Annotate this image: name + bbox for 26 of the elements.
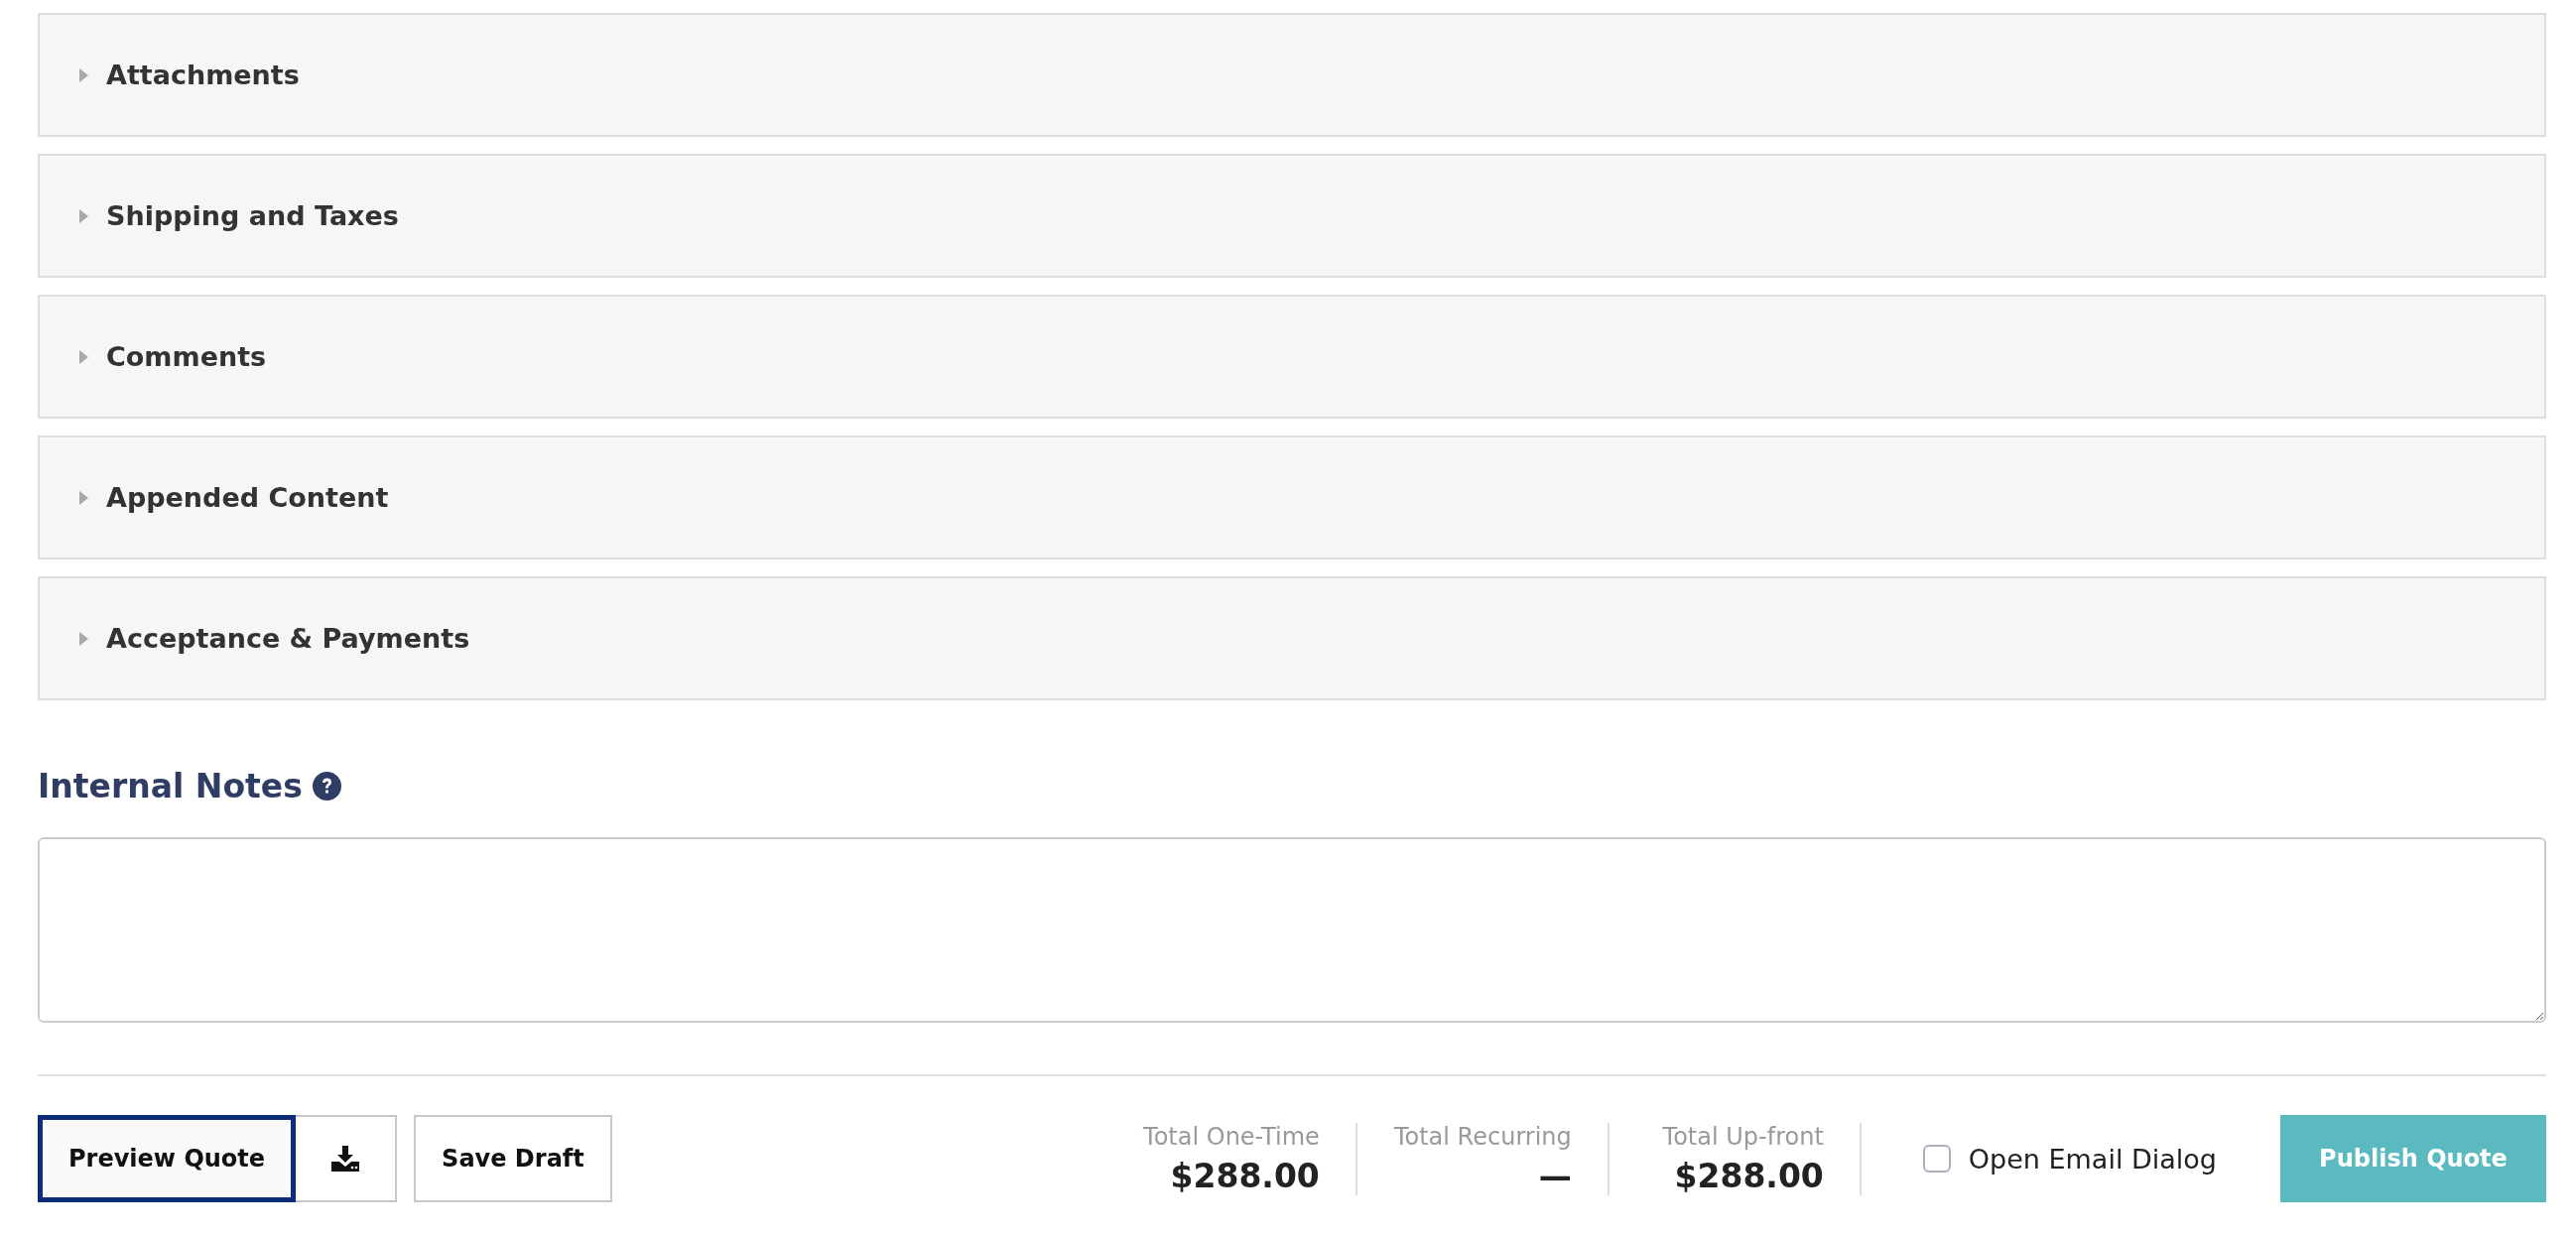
accordion-header[interactable]: Shipping and Taxes (40, 156, 2544, 276)
email-dialog-checkbox[interactable]: Open Email Dialog (1861, 1143, 2280, 1174)
preview-button[interactable]: Preview Quote (38, 1115, 297, 1202)
total-value: $288.00 (1170, 1156, 1320, 1195)
caret-icon (79, 208, 88, 223)
total-label: Total Recurring (1393, 1122, 1572, 1151)
download-icon (331, 1146, 360, 1172)
total-value: $288.00 (1674, 1156, 1824, 1195)
download-button[interactable] (296, 1115, 398, 1202)
accordion-header[interactable]: Comments (40, 297, 2544, 417)
save-draft-button[interactable]: Save Draft (414, 1115, 612, 1202)
section-title: Internal Notes (38, 767, 303, 805)
caret-icon (79, 631, 88, 646)
total-value: — (1538, 1156, 1572, 1195)
total-label: Total One-Time (1143, 1122, 1320, 1151)
help-icon[interactable] (312, 772, 341, 801)
total-label: Total Up-front (1662, 1122, 1824, 1151)
notes-field[interactable] (38, 837, 2546, 1023)
accordion-header[interactable]: Acceptance & Payments (40, 578, 2544, 698)
checkbox-label: Open Email Dialog (1968, 1143, 2217, 1174)
accordion-header[interactable]: Appended Content (40, 437, 2544, 557)
caret-icon (79, 490, 88, 505)
caret-icon (79, 349, 88, 364)
accordion-header[interactable]: Attachments (40, 15, 2544, 135)
caret-icon (79, 67, 88, 82)
checkbox[interactable] (1922, 1145, 1951, 1173)
